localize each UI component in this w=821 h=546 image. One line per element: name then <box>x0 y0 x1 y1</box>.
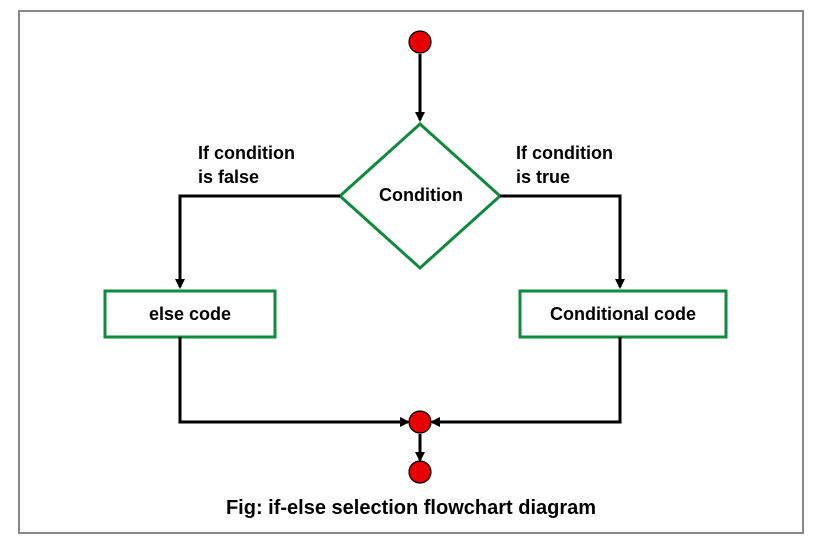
arrow-false-branch <box>180 196 340 287</box>
merge-connector <box>409 411 431 433</box>
true-branch-label-line1: If condition <box>516 142 656 165</box>
end-terminal <box>409 461 431 483</box>
arrow-conditional-to-merge <box>432 337 620 422</box>
conditional-code-label: Conditional code <box>520 303 726 326</box>
true-branch-label-line2: is true <box>516 166 656 189</box>
flowchart-canvas: Condition If condition is false If condi… <box>0 0 821 546</box>
figure-caption: Fig: if-else selection flowchart diagram <box>20 497 802 520</box>
diagram-frame: Condition If condition is false If condi… <box>18 10 804 534</box>
false-branch-label-line1: If condition <box>198 142 338 165</box>
flowchart-svg <box>20 12 804 534</box>
false-branch-label-line2: is false <box>198 166 338 189</box>
arrow-else-to-merge <box>180 337 408 422</box>
arrow-true-branch <box>500 196 620 287</box>
start-terminal <box>409 31 431 53</box>
decision-label: Condition <box>358 184 484 207</box>
else-code-label: else code <box>105 303 275 326</box>
